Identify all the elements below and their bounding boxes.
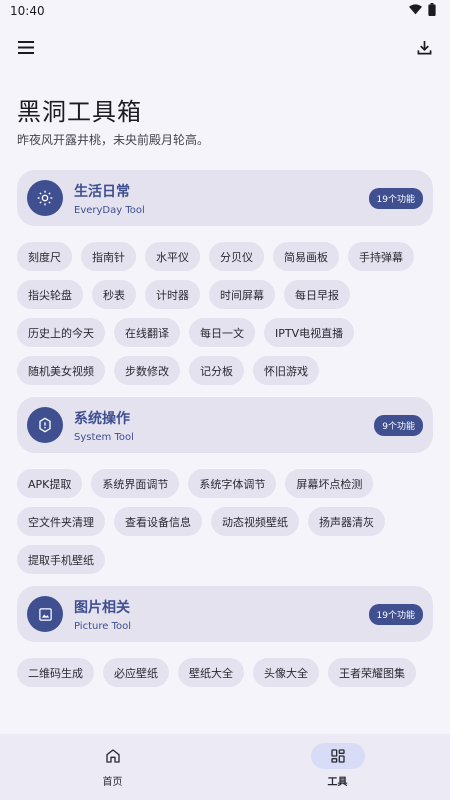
app-title: 黑洞工具箱 bbox=[17, 98, 142, 126]
section-subtitle: EveryDay Tool bbox=[74, 204, 145, 216]
tool-chip[interactable]: 步数修改 bbox=[114, 356, 180, 385]
settings-icon bbox=[27, 407, 63, 443]
section-subtitle: Picture Tool bbox=[74, 620, 131, 632]
tool-chip[interactable]: 时间屏幕 bbox=[209, 280, 275, 309]
tool-chip[interactable]: 水平仪 bbox=[145, 242, 200, 271]
nav-item-home[interactable]: 首页 bbox=[0, 734, 225, 800]
chip-group-everyday: 刻度尺 指南针 水平仪 分贝仪 简易画板 手持弹幕 指尖轮盘 秒表 计时器 时间… bbox=[0, 226, 450, 397]
grid-icon bbox=[310, 743, 365, 769]
tool-chip[interactable]: 随机美女视频 bbox=[17, 356, 105, 385]
tool-chip[interactable]: APK提取 bbox=[17, 469, 83, 498]
menu-button[interactable] bbox=[14, 35, 38, 59]
tool-chip[interactable]: 怀旧游戏 bbox=[253, 356, 319, 385]
header: 黑洞工具箱 昨夜风开露井桃，未央前殿月轮高。 bbox=[17, 92, 433, 148]
tool-chip[interactable]: 必应壁纸 bbox=[103, 658, 169, 687]
top-app-bar bbox=[0, 30, 450, 64]
chip-group-picture: 二维码生成 必应壁纸 壁纸大全 头像大全 王者荣耀图集 bbox=[0, 642, 450, 699]
status-bar: 10:40 bbox=[0, 0, 450, 22]
tool-chip[interactable]: 系统界面调节 bbox=[91, 469, 180, 498]
tool-chip[interactable]: 查看设备信息 bbox=[114, 507, 202, 536]
section-title: 系统操作 bbox=[74, 410, 130, 427]
tool-chip[interactable]: IPTV电视直播 bbox=[264, 318, 355, 347]
wifi-icon bbox=[409, 4, 422, 18]
tool-chip[interactable]: 空文件夹清理 bbox=[17, 507, 105, 536]
download-button[interactable] bbox=[412, 35, 436, 59]
tool-chip[interactable]: 指南针 bbox=[81, 242, 136, 271]
section-text: 生活日常 EveryDay Tool bbox=[74, 181, 369, 216]
section-card-picture[interactable]: 图片相关 Picture Tool 19个功能 bbox=[17, 586, 433, 642]
tool-sections[interactable]: 生活日常 EveryDay Tool 19个功能 刻度尺 指南针 水平仪 分贝仪… bbox=[0, 170, 450, 734]
section-subtitle: System Tool bbox=[74, 431, 134, 443]
chip-group-system: APK提取 系统界面调节 系统字体调节 屏幕坏点检测 空文件夹清理 查看设备信息… bbox=[0, 453, 450, 586]
tool-chip[interactable]: 秒表 bbox=[92, 280, 136, 309]
tool-chip[interactable]: 每日早报 bbox=[284, 280, 350, 309]
tool-chip[interactable]: 历史上的今天 bbox=[17, 318, 105, 347]
tool-chip[interactable]: 头像大全 bbox=[253, 658, 319, 687]
status-icons bbox=[409, 3, 436, 19]
bottom-navigation: 首页 工具 bbox=[0, 734, 450, 800]
download-icon bbox=[417, 40, 431, 54]
tool-chip[interactable]: 提取手机壁纸 bbox=[17, 545, 105, 574]
tool-chip[interactable]: 动态视频壁纸 bbox=[211, 507, 299, 536]
menu-icon bbox=[18, 40, 34, 54]
count-badge: 9个功能 bbox=[374, 414, 423, 436]
image-icon bbox=[27, 596, 63, 632]
tool-chip[interactable]: 在线翻译 bbox=[114, 318, 180, 347]
tool-chip[interactable]: 王者荣耀图集 bbox=[328, 658, 416, 687]
section-card-system[interactable]: 系统操作 System Tool 9个功能 bbox=[17, 397, 433, 453]
section-text: 图片相关 Picture Tool bbox=[74, 597, 369, 632]
tool-chip[interactable]: 指尖轮盘 bbox=[17, 280, 83, 309]
nav-label: 首页 bbox=[102, 777, 123, 788]
tool-chip[interactable]: 分贝仪 bbox=[209, 242, 264, 271]
home-icon bbox=[86, 743, 140, 769]
section-title: 图片相关 bbox=[74, 599, 130, 616]
tool-chip[interactable]: 计时器 bbox=[145, 280, 200, 309]
tool-chip[interactable]: 记分板 bbox=[189, 356, 244, 385]
app-subtitle: 昨夜风开露井桃，未央前殿月轮高。 bbox=[17, 133, 210, 147]
tool-chip[interactable]: 扬声器清灰 bbox=[308, 507, 385, 536]
tool-chip[interactable]: 简易画板 bbox=[273, 242, 339, 271]
tool-chip[interactable]: 手持弹幕 bbox=[348, 242, 414, 271]
section-card-everyday[interactable]: 生活日常 EveryDay Tool 19个功能 bbox=[17, 170, 433, 226]
status-time: 10:40 bbox=[10, 4, 45, 18]
tool-chip[interactable]: 系统字体调节 bbox=[188, 469, 277, 498]
section-title: 生活日常 bbox=[74, 183, 130, 200]
tool-chip[interactable]: 壁纸大全 bbox=[178, 658, 244, 687]
count-badge: 19个功能 bbox=[368, 187, 423, 209]
section-text: 系统操作 System Tool bbox=[74, 408, 374, 443]
sun-icon bbox=[27, 180, 63, 216]
tool-chip[interactable]: 屏幕坏点检测 bbox=[285, 469, 374, 498]
count-badge: 19个功能 bbox=[368, 603, 423, 625]
tool-chip[interactable]: 二维码生成 bbox=[17, 658, 94, 687]
battery-icon bbox=[428, 3, 436, 19]
tool-chip[interactable]: 刻度尺 bbox=[17, 242, 72, 271]
tool-chip[interactable]: 每日一文 bbox=[189, 318, 255, 347]
nav-item-tools[interactable]: 工具 bbox=[225, 734, 450, 800]
nav-label: 工具 bbox=[327, 777, 348, 788]
